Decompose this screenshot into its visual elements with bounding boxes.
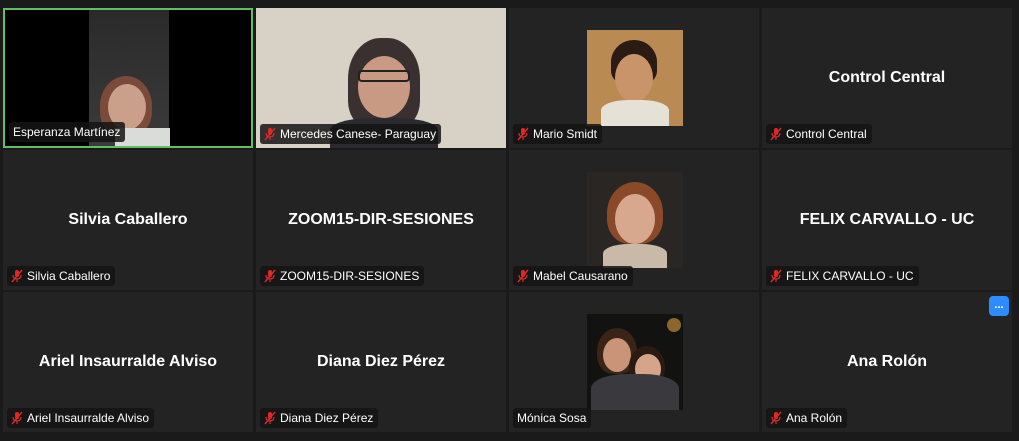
participant-name-label: Mabel Causarano — [513, 266, 633, 286]
participant-tile[interactable]: Esperanza Martínez — [3, 8, 253, 148]
participant-photo — [587, 172, 683, 268]
mic-muted-icon — [11, 411, 23, 425]
mic-muted-icon — [517, 269, 529, 283]
participant-display-name: Ana Rolón — [847, 353, 927, 370]
participant-tile[interactable]: Silvia Caballero Silvia Caballero — [3, 150, 253, 290]
participant-name: Mabel Causarano — [533, 269, 628, 283]
participant-name: Diana Diez Pérez — [280, 411, 374, 425]
participant-name: Ariel Insaurralde Alviso — [27, 411, 150, 425]
participant-tile[interactable]: Mabel Causarano — [509, 150, 759, 290]
participant-name: Mario Smidt — [533, 127, 598, 141]
participant-display-name: FELIX CARVALLO - UC — [799, 211, 975, 228]
participant-name-label: Control Central — [766, 124, 872, 144]
participant-name: Mónica Sosa — [517, 411, 587, 425]
participant-name-label: Mercedes Canese- Paraguay — [260, 124, 442, 144]
participant-name: FELIX CARVALLO - UC — [786, 269, 914, 283]
participant-tile[interactable]: Ana Rolón Ana Rolón — [762, 292, 1012, 432]
participant-display-name: Diana Diez Pérez — [316, 353, 446, 370]
mic-muted-icon — [770, 411, 782, 425]
more-options-button[interactable]: ... — [989, 296, 1009, 316]
participant-name: Esperanza Martínez — [13, 125, 121, 139]
participant-tile[interactable]: FELIX CARVALLO - UC FELIX CARVALLO - UC — [762, 150, 1012, 290]
mic-muted-icon — [264, 411, 276, 425]
participant-name-label: ZOOM15-DIR-SESIONES — [260, 266, 425, 286]
participant-tile[interactable]: Diana Diez Pérez Diana Diez Pérez — [256, 292, 506, 432]
participant-name-label: Mario Smidt — [513, 124, 603, 144]
mic-muted-icon — [770, 127, 782, 141]
participant-tile[interactable]: Mónica Sosa — [509, 292, 759, 432]
mic-muted-icon — [264, 127, 276, 141]
participant-display-name: ZOOM15-DIR-SESIONES — [288, 211, 474, 228]
participant-name-label: Esperanza Martínez — [9, 122, 126, 142]
participant-tile[interactable]: Control Central Control Central — [762, 8, 1012, 148]
participant-display-name: Control Central — [828, 69, 946, 86]
participant-name-label: Ana Rolón — [766, 408, 848, 428]
participant-photo — [587, 314, 683, 410]
participant-photo — [587, 30, 683, 126]
mic-muted-icon — [517, 127, 529, 141]
participant-name-label: Silvia Caballero — [7, 266, 116, 286]
participant-name-label: Mónica Sosa — [513, 408, 592, 428]
participant-tile[interactable]: Ariel Insaurralde Alviso Ariel Insaurral… — [3, 292, 253, 432]
participant-name: Mercedes Canese- Paraguay — [280, 127, 437, 141]
participant-name-label: Diana Diez Pérez — [260, 408, 379, 428]
mic-muted-icon — [11, 269, 23, 283]
mic-muted-icon — [770, 269, 782, 283]
participant-name: ZOOM15-DIR-SESIONES — [280, 269, 420, 283]
participant-name: Ana Rolón — [786, 411, 843, 425]
mic-muted-icon — [264, 269, 276, 283]
participant-tile[interactable]: Mario Smidt — [509, 8, 759, 148]
participant-display-name: Ariel Insaurralde Alviso — [38, 353, 218, 370]
participant-tile[interactable]: Mercedes Canese- Paraguay — [256, 8, 506, 148]
participant-tile[interactable]: ZOOM15-DIR-SESIONES ZOOM15-DIR-SESIONES — [256, 150, 506, 290]
participant-name-label: Ariel Insaurralde Alviso — [7, 408, 155, 428]
participant-display-name: Silvia Caballero — [68, 211, 188, 228]
participant-name: Silvia Caballero — [27, 269, 111, 283]
participant-name: Control Central — [786, 127, 867, 141]
participant-name-label: FELIX CARVALLO - UC — [766, 266, 919, 286]
